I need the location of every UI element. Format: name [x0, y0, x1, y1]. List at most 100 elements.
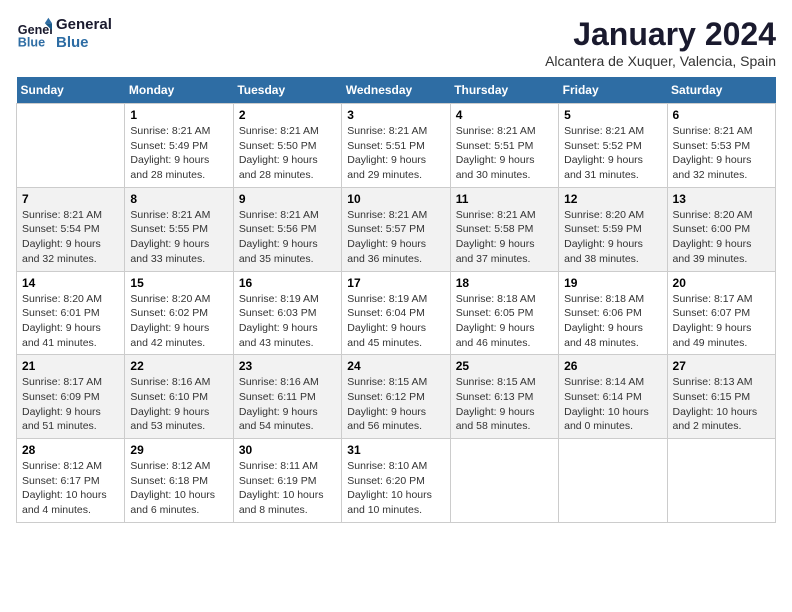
day-number: 17: [347, 276, 444, 290]
day-number: 11: [456, 192, 553, 206]
day-header-tuesday: Tuesday: [233, 77, 341, 104]
day-info: Sunrise: 8:15 AMSunset: 6:12 PMDaylight:…: [347, 375, 444, 434]
day-header-friday: Friday: [559, 77, 667, 104]
calendar-day-cell: 3 Sunrise: 8:21 AMSunset: 5:51 PMDaylight…: [342, 104, 450, 188]
logo-line2: Blue: [56, 34, 112, 52]
day-info: Sunrise: 8:13 AMSunset: 6:15 PMDaylight:…: [673, 375, 770, 434]
day-info: Sunrise: 8:11 AMSunset: 6:19 PMDaylight:…: [239, 459, 336, 518]
calendar-day-cell: 1 Sunrise: 8:21 AMSunset: 5:49 PMDaylight…: [125, 104, 233, 188]
day-info: Sunrise: 8:10 AMSunset: 6:20 PMDaylight:…: [347, 459, 444, 518]
month-title: January 2024: [545, 16, 776, 53]
day-number: 15: [130, 276, 227, 290]
calendar-day-cell: 14 Sunrise: 8:20 AMSunset: 6:01 PMDayligh…: [17, 271, 125, 355]
calendar-day-cell: 26Sunrise: 8:14 AMSunset: 6:14 PMDayligh…: [559, 355, 667, 439]
day-number: 10: [347, 192, 444, 206]
day-number: 5: [564, 108, 661, 122]
day-number: 20: [673, 276, 770, 290]
day-number: 4: [456, 108, 553, 122]
calendar-day-cell: 6Sunrise: 8:21 AMSunset: 5:53 PMDaylight…: [667, 104, 775, 188]
calendar-day-cell: 23 Sunrise: 8:16 AMSunset: 6:11 PMDayligh…: [233, 355, 341, 439]
day-info: Sunrise: 8:21 AMSunset: 5:54 PMDaylight:…: [22, 208, 119, 267]
svg-text:Blue: Blue: [18, 36, 45, 50]
location-subtitle: Alcantera de Xuquer, Valencia, Spain: [545, 53, 776, 69]
day-number: 19: [564, 276, 661, 290]
day-info: Sunrise: 8:12 AMSunset: 6:17 PMDaylight:…: [22, 459, 119, 518]
calendar-day-cell: 25 Sunrise: 8:15 AMSunset: 6:13 PMDayligh…: [450, 355, 558, 439]
calendar-week-row: 21 Sunrise: 8:17 AMSunset: 6:09 PMDayligh…: [17, 355, 776, 439]
day-number: 9: [239, 192, 336, 206]
calendar-day-cell: 31 Sunrise: 8:10 AMSunset: 6:20 PMDayligh…: [342, 439, 450, 523]
day-info: Sunrise: 8:16 AMSunset: 6:11 PMDaylight:…: [239, 375, 336, 434]
calendar-day-cell: 4Sunrise: 8:21 AMSunset: 5:51 PMDaylight…: [450, 104, 558, 188]
day-number: 12: [564, 192, 661, 206]
day-info: Sunrise: 8:20 AMSunset: 6:02 PMDaylight:…: [130, 292, 227, 351]
day-number: 31: [347, 443, 444, 457]
day-number: 13: [673, 192, 770, 206]
day-number: 16: [239, 276, 336, 290]
calendar-week-row: 14 Sunrise: 8:20 AMSunset: 6:01 PMDayligh…: [17, 271, 776, 355]
day-number: 1: [130, 108, 227, 122]
day-number: 6: [673, 108, 770, 122]
logo-line1: General: [56, 16, 112, 34]
day-info: Sunrise: 8:14 AMSunset: 6:14 PMDaylight:…: [564, 375, 661, 434]
calendar-day-cell: 13 Sunrise: 8:20 AMSunset: 6:00 PMDayligh…: [667, 187, 775, 271]
calendar-day-cell: [450, 439, 558, 523]
calendar-day-cell: 18 Sunrise: 8:18 AMSunset: 6:05 PMDayligh…: [450, 271, 558, 355]
day-number: 29: [130, 443, 227, 457]
day-number: 24: [347, 359, 444, 373]
calendar-day-cell: 11 Sunrise: 8:21 AMSunset: 5:58 PMDayligh…: [450, 187, 558, 271]
title-block: January 2024 Alcantera de Xuquer, Valenc…: [545, 16, 776, 69]
day-info: Sunrise: 8:21 AMSunset: 5:51 PMDaylight:…: [347, 124, 444, 183]
calendar-day-cell: 12 Sunrise: 8:20 AMSunset: 5:59 PMDayligh…: [559, 187, 667, 271]
day-info: Sunrise: 8:20 AMSunset: 6:00 PMDaylight:…: [673, 208, 770, 267]
logo: General Blue General Blue: [16, 16, 112, 52]
calendar-day-cell: 19 Sunrise: 8:18 AMSunset: 6:06 PMDayligh…: [559, 271, 667, 355]
day-info: Sunrise: 8:21 AMSunset: 5:50 PMDaylight:…: [239, 124, 336, 183]
day-number: 2: [239, 108, 336, 122]
day-info: Sunrise: 8:21 AMSunset: 5:49 PMDaylight:…: [130, 124, 227, 183]
day-number: 7: [22, 192, 119, 206]
day-number: 27: [673, 359, 770, 373]
calendar-day-cell: 21 Sunrise: 8:17 AMSunset: 6:09 PMDayligh…: [17, 355, 125, 439]
calendar-week-row: 1 Sunrise: 8:21 AMSunset: 5:49 PMDaylight…: [17, 104, 776, 188]
calendar-day-cell: 9Sunrise: 8:21 AMSunset: 5:56 PMDaylight…: [233, 187, 341, 271]
calendar-day-cell: [559, 439, 667, 523]
day-info: Sunrise: 8:15 AMSunset: 6:13 PMDaylight:…: [456, 375, 553, 434]
calendar-day-cell: 24 Sunrise: 8:15 AMSunset: 6:12 PMDayligh…: [342, 355, 450, 439]
day-number: 14: [22, 276, 119, 290]
day-header-monday: Monday: [125, 77, 233, 104]
day-info: Sunrise: 8:18 AMSunset: 6:06 PMDaylight:…: [564, 292, 661, 351]
day-header-wednesday: Wednesday: [342, 77, 450, 104]
calendar-day-cell: 28 Sunrise: 8:12 AMSunset: 6:17 PMDayligh…: [17, 439, 125, 523]
calendar-day-cell: 8Sunrise: 8:21 AMSunset: 5:55 PMDaylight…: [125, 187, 233, 271]
day-number: 30: [239, 443, 336, 457]
day-info: Sunrise: 8:19 AMSunset: 6:03 PMDaylight:…: [239, 292, 336, 351]
day-info: Sunrise: 8:21 AMSunset: 5:55 PMDaylight:…: [130, 208, 227, 267]
day-number: 25: [456, 359, 553, 373]
page-header: General Blue General Blue January 2024 A…: [16, 16, 776, 69]
calendar-table: SundayMondayTuesdayWednesdayThursdayFrid…: [16, 77, 776, 523]
day-number: 22: [130, 359, 227, 373]
day-number: 28: [22, 443, 119, 457]
day-info: Sunrise: 8:17 AMSunset: 6:09 PMDaylight:…: [22, 375, 119, 434]
day-info: Sunrise: 8:20 AMSunset: 5:59 PMDaylight:…: [564, 208, 661, 267]
day-info: Sunrise: 8:21 AMSunset: 5:58 PMDaylight:…: [456, 208, 553, 267]
logo-icon: General Blue: [16, 16, 52, 52]
calendar-day-cell: 15 Sunrise: 8:20 AMSunset: 6:02 PMDayligh…: [125, 271, 233, 355]
day-number: 21: [22, 359, 119, 373]
day-number: 23: [239, 359, 336, 373]
calendar-day-cell: 2 Sunrise: 8:21 AMSunset: 5:50 PMDaylight…: [233, 104, 341, 188]
calendar-day-cell: 22Sunrise: 8:16 AMSunset: 6:10 PMDayligh…: [125, 355, 233, 439]
day-number: 3: [347, 108, 444, 122]
day-info: Sunrise: 8:20 AMSunset: 6:01 PMDaylight:…: [22, 292, 119, 351]
day-number: 18: [456, 276, 553, 290]
day-header-saturday: Saturday: [667, 77, 775, 104]
calendar-day-cell: 20 Sunrise: 8:17 AMSunset: 6:07 PMDayligh…: [667, 271, 775, 355]
day-info: Sunrise: 8:18 AMSunset: 6:05 PMDaylight:…: [456, 292, 553, 351]
day-info: Sunrise: 8:17 AMSunset: 6:07 PMDaylight:…: [673, 292, 770, 351]
day-info: Sunrise: 8:21 AMSunset: 5:57 PMDaylight:…: [347, 208, 444, 267]
calendar-day-cell: 30 Sunrise: 8:11 AMSunset: 6:19 PMDayligh…: [233, 439, 341, 523]
day-info: Sunrise: 8:12 AMSunset: 6:18 PMDaylight:…: [130, 459, 227, 518]
calendar-day-cell: 17 Sunrise: 8:19 AMSunset: 6:04 PMDayligh…: [342, 271, 450, 355]
day-info: Sunrise: 8:19 AMSunset: 6:04 PMDaylight:…: [347, 292, 444, 351]
